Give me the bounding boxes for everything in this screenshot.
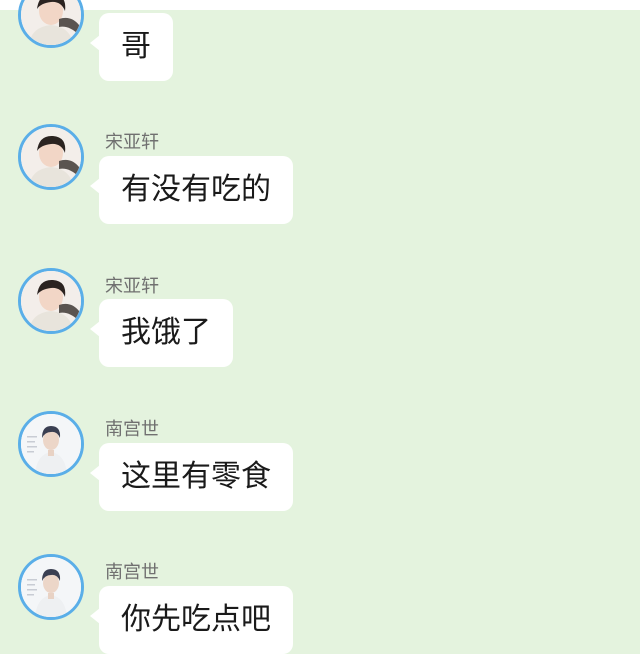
message-bubble[interactable]: 我饿了	[90, 299, 233, 367]
avatar-photo-icon	[21, 271, 81, 331]
avatar[interactable]	[18, 268, 84, 334]
sender-name: 南宫世	[105, 562, 159, 583]
top-status-strip	[0, 0, 640, 10]
avatar-photo-icon	[21, 557, 81, 617]
avatar[interactable]	[18, 554, 84, 620]
message-bubble[interactable]: 这里有零食	[90, 443, 293, 511]
avatar[interactable]	[18, 411, 84, 477]
avatar-photo-icon	[21, 127, 81, 187]
message-bubble[interactable]: 哥	[90, 13, 173, 81]
sender-name: 宋亚轩	[105, 132, 159, 153]
avatar[interactable]	[18, 0, 84, 48]
message-bubble[interactable]: 有没有吃的	[90, 156, 293, 224]
message-bubble[interactable]: 你先吃点吧	[90, 586, 293, 654]
avatar-photo-icon	[21, 0, 81, 45]
avatar-photo-icon	[21, 414, 81, 474]
sender-name: 南宫世	[105, 419, 159, 440]
sender-name: 宋亚轩	[105, 276, 159, 297]
avatar[interactable]	[18, 124, 84, 190]
